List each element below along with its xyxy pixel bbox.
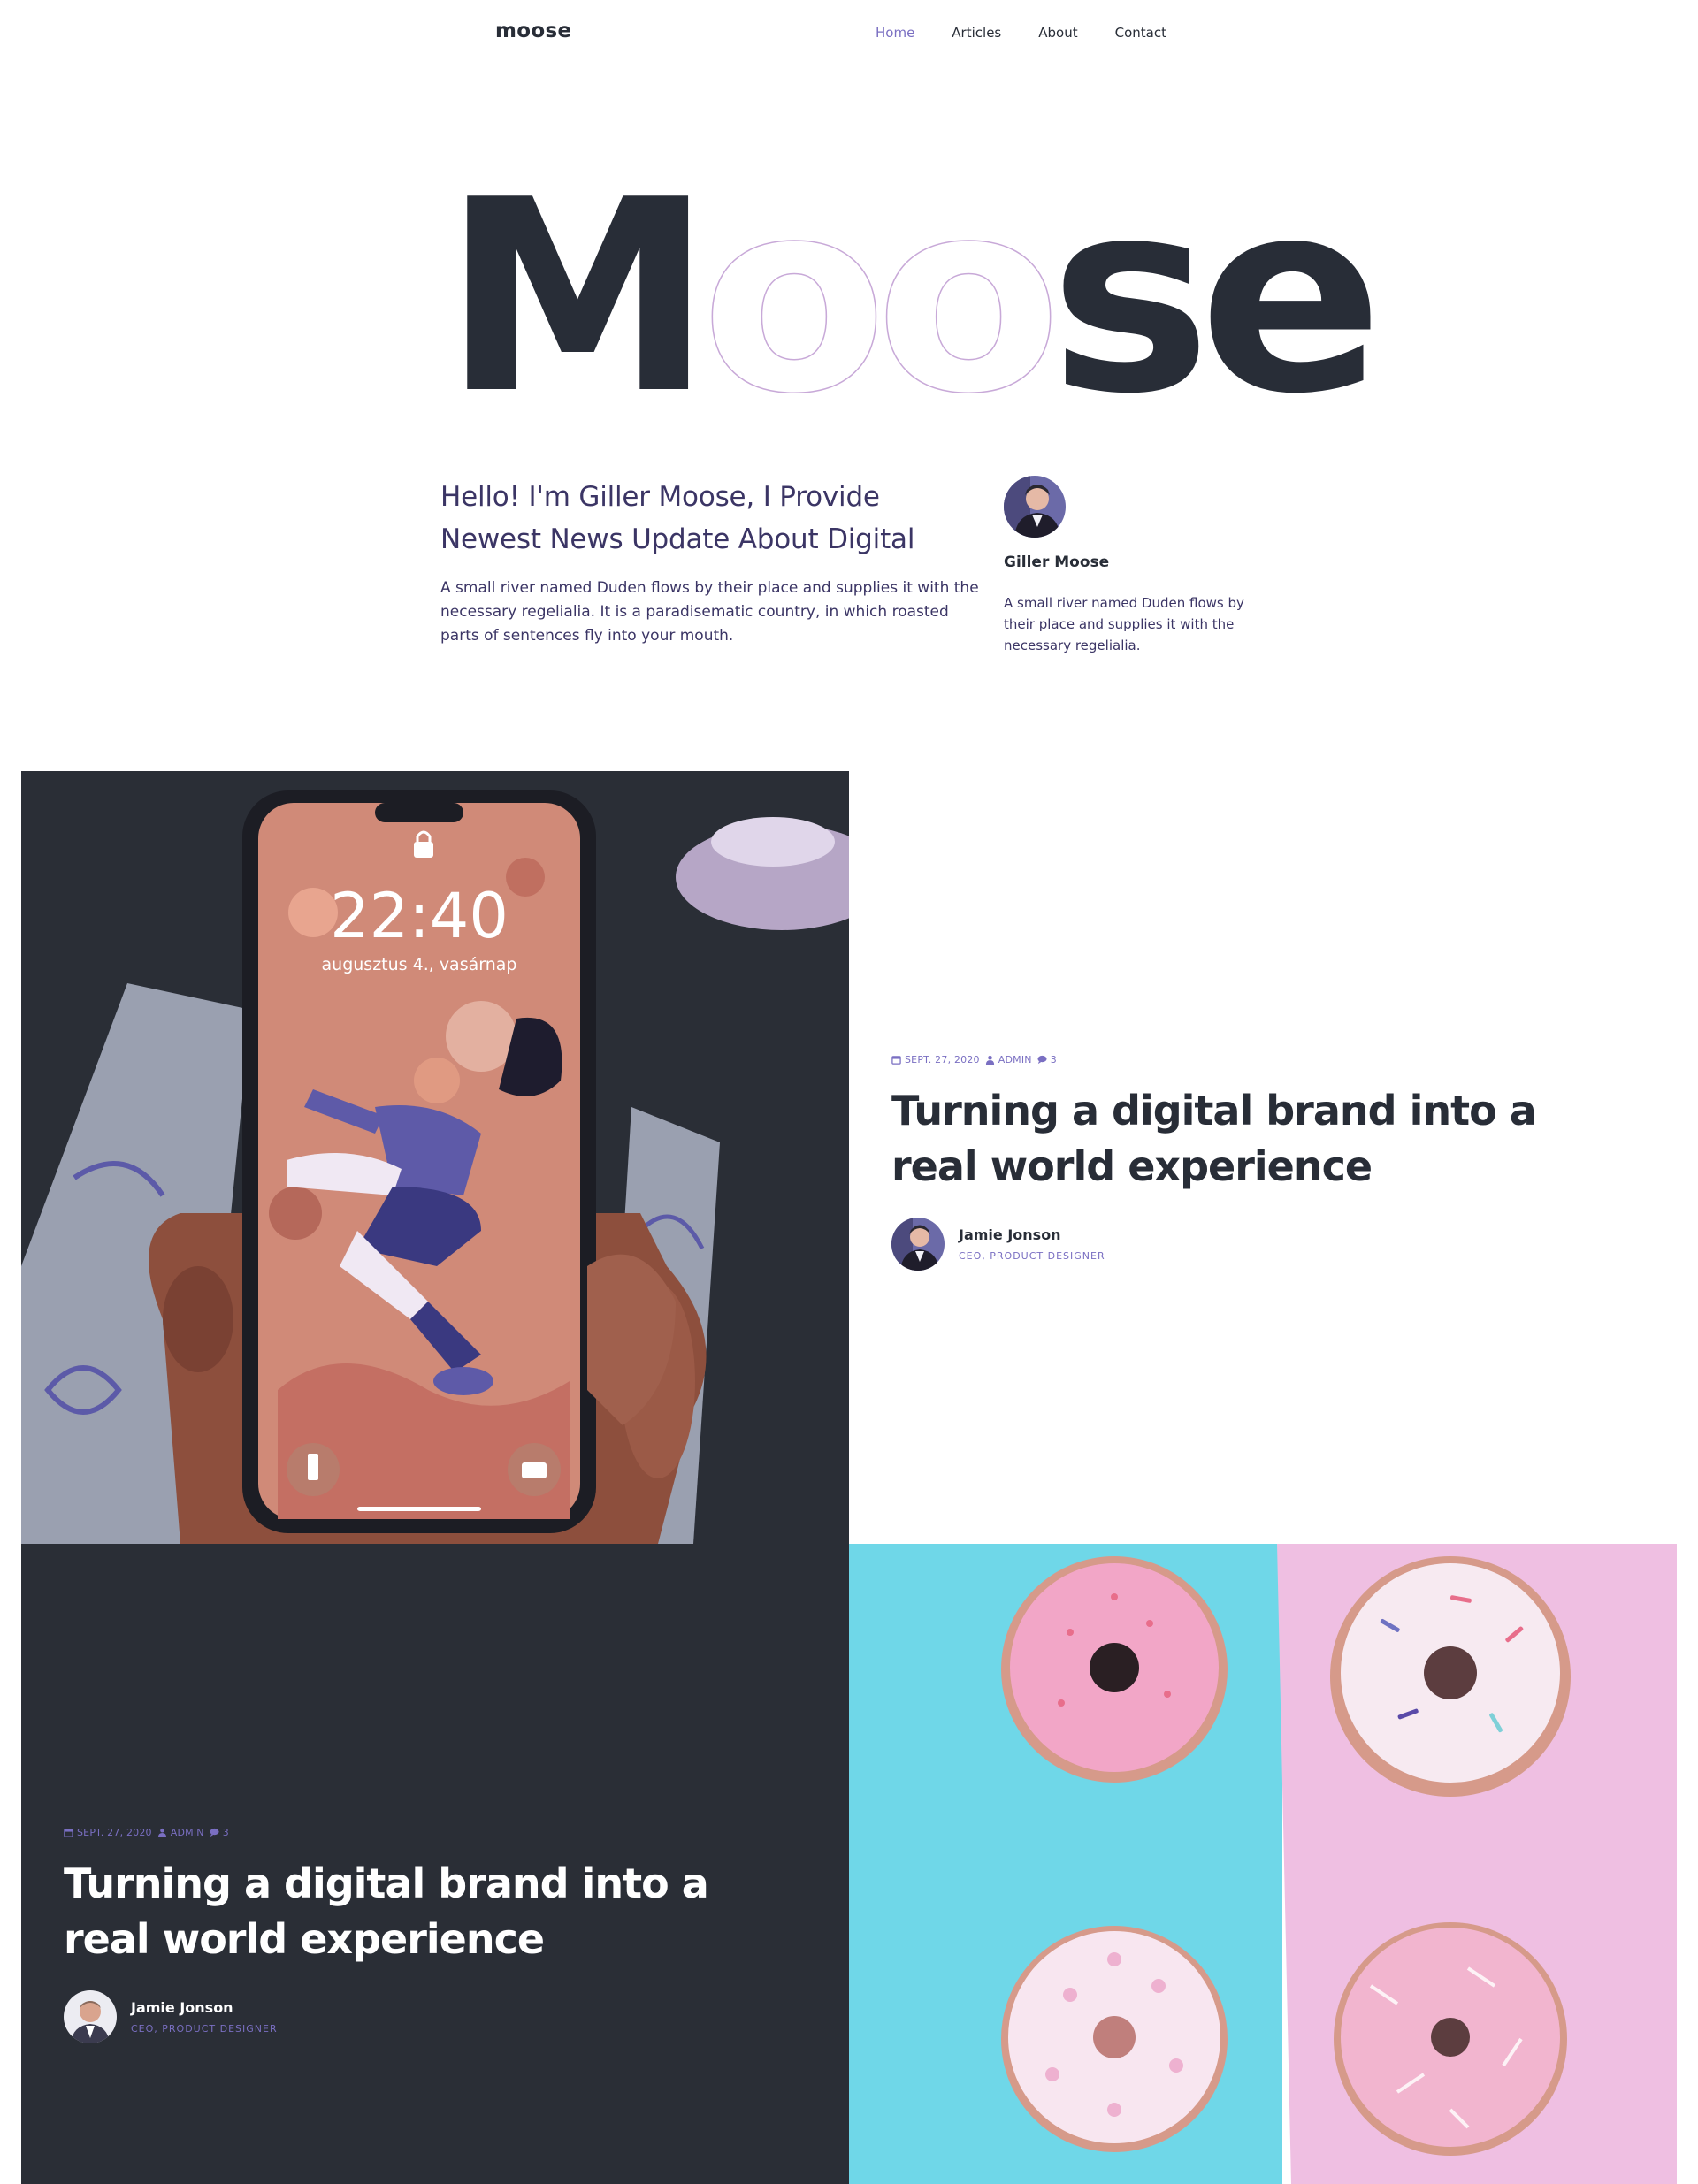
post-comments[interactable]: 3 [210, 1827, 229, 1838]
post-card-2: Sept. 27, 2020 Admin 3 Turning a digital… [64, 1827, 807, 2043]
post-comments-count: 3 [222, 1827, 229, 1838]
author-name[interactable]: Giller Moose [1004, 554, 1287, 571]
hero-letter-m: M [442, 177, 700, 407]
avatar[interactable] [64, 1990, 117, 2043]
author-bio: A small river named Duden flows by their… [1004, 595, 1244, 653]
post-byline: Jamie Jonson CEO, Product Designer [64, 1990, 807, 2043]
comment-icon [210, 1828, 219, 1837]
post-author-tag[interactable]: Admin [157, 1827, 204, 1838]
byline-name[interactable]: Jamie Jonson [959, 1226, 1105, 1243]
post-date-text: Sept. 27, 2020 [77, 1827, 152, 1838]
svg-text:Moose: Moose [442, 177, 1373, 407]
nav-home[interactable]: Home [876, 25, 914, 41]
post-author-tag[interactable]: Admin [985, 1054, 1032, 1065]
nav-contact[interactable]: Contact [1115, 25, 1166, 41]
main-menu: Home Articles About Contact [876, 25, 1204, 41]
hero-letter-oo: oo [700, 177, 1053, 407]
hero-letter-se: se [1050, 177, 1373, 407]
top-nav: moose Home Articles About Contact [0, 0, 1698, 67]
post-author-tag-text: Admin [998, 1054, 1032, 1065]
post-title[interactable]: Turning a digital brand into a real worl… [891, 1083, 1625, 1195]
user-icon [985, 1055, 994, 1065]
avatar[interactable] [1004, 476, 1066, 538]
post-meta: Sept. 27, 2020 Admin 3 [64, 1827, 807, 1838]
phone-clock-date: augusztus 4., vasárnap [322, 955, 517, 974]
post-comments[interactable]: 3 [1037, 1054, 1057, 1065]
post-date[interactable]: Sept. 27, 2020 [64, 1827, 152, 1838]
post-title[interactable]: Turning a digital brand into a real worl… [64, 1856, 807, 1967]
nav-about[interactable]: About [1038, 25, 1077, 41]
intro-title: Hello! I'm Giller Moose, I Provide Newes… [440, 481, 915, 555]
comment-icon [1037, 1055, 1047, 1065]
post-byline: Jamie Jonson CEO, Product Designer [891, 1218, 1625, 1271]
calendar-icon [64, 1829, 73, 1837]
post-meta: Sept. 27, 2020 Admin 3 [891, 1054, 1625, 1065]
post-card-1: Sept. 27, 2020 Admin 3 Turning a digital… [891, 1054, 1625, 1271]
post-image-donuts[interactable] [849, 1544, 1677, 2184]
byline-role: CEO, Product Designer [959, 1250, 1105, 1262]
post-image-phone[interactable]: 22:40 augusztus 4., vasárnap [21, 771, 849, 1544]
site-logo[interactable]: moose [495, 19, 571, 42]
author-card: Giller Moose A small river named Duden f… [1004, 476, 1287, 656]
post-author-tag-text: Admin [170, 1827, 204, 1838]
hero-wordmark: Moose [442, 142, 1386, 453]
nav-articles[interactable]: Articles [952, 25, 1001, 41]
post-date-text: Sept. 27, 2020 [905, 1054, 980, 1065]
calendar-icon [891, 1056, 901, 1065]
user-icon [157, 1828, 166, 1837]
phone-clock-time: 22:40 [330, 880, 509, 952]
avatar[interactable] [891, 1218, 945, 1271]
byline-name[interactable]: Jamie Jonson [131, 1999, 278, 2016]
intro-text: A small river named Duden flows by their… [440, 579, 979, 645]
post-date[interactable]: Sept. 27, 2020 [891, 1054, 980, 1065]
byline-role: CEO, Product Designer [131, 2023, 278, 2035]
post-comments-count: 3 [1050, 1054, 1057, 1065]
